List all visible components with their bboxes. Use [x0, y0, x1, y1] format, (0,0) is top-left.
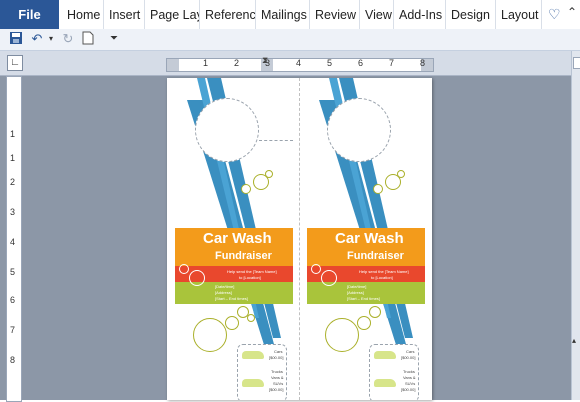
- bubble-graphic: [311, 264, 321, 274]
- coupon-text: Vans &: [403, 375, 416, 380]
- bubble-graphic: [373, 184, 383, 194]
- time-text: [Start – End times]: [347, 296, 380, 301]
- ruler-number: 7: [389, 58, 395, 68]
- address-text: [Address]: [347, 290, 364, 295]
- door-hole: [195, 98, 259, 162]
- scroll-up-icon[interactable]: ▴: [572, 336, 576, 345]
- coupon-text: Trucks: [403, 369, 415, 374]
- horizontal-ruler[interactable]: 1 2 3 4 5 6 7 8 ⧗: [0, 51, 580, 76]
- bubble-graphic: [189, 270, 205, 286]
- coupon-text: [$00.00]: [401, 387, 416, 392]
- redo-icon[interactable]: ↻: [60, 31, 76, 47]
- vertical-scrollbar[interactable]: ▴: [571, 51, 580, 400]
- ribbon-tab-bar: File Home Insert Page Lay Referenc Maili…: [0, 0, 580, 30]
- bubble-graphic: [357, 316, 371, 330]
- bubble-graphic: [369, 306, 381, 318]
- tab-insert[interactable]: Insert: [104, 0, 145, 29]
- indent-marker-icon[interactable]: ⧗: [262, 55, 268, 66]
- coupon-text: Vans &: [271, 375, 284, 380]
- tab-design[interactable]: Design: [446, 0, 496, 29]
- ruler-number: 1: [203, 58, 209, 68]
- bubble-graphic: [325, 318, 359, 352]
- coupon-text: [$00.00]: [401, 355, 416, 360]
- door-hole: [327, 98, 391, 162]
- truck-icon: [374, 379, 396, 387]
- ruler-number: 8: [10, 355, 16, 365]
- car-icon: [242, 351, 264, 359]
- tab-review[interactable]: Review: [310, 0, 360, 29]
- address-text: [Address]: [215, 290, 232, 295]
- flyer-title: Car Wash: [203, 230, 272, 247]
- ruler-number: 4: [10, 237, 16, 247]
- flyer-title: Car Wash: [335, 230, 404, 247]
- customize-toolbar-icon[interactable]: ⏷: [106, 31, 122, 47]
- door-hanger-right: Car Wash Fundraiser Help send the [Team …: [307, 78, 425, 400]
- undo-dropdown-icon[interactable]: ▾: [43, 31, 59, 47]
- document-page[interactable]: Car Wash Fundraiser Help send the [Team …: [167, 78, 432, 400]
- time-text: [Start – End times]: [215, 296, 248, 301]
- chevron-up-icon[interactable]: ⌃: [567, 5, 577, 19]
- heart-icon[interactable]: ♡: [548, 6, 561, 23]
- file-tab[interactable]: File: [0, 0, 59, 29]
- ruler-number: 4: [296, 58, 302, 68]
- tab-mailings[interactable]: Mailings: [256, 0, 310, 29]
- ruler-number: 2: [234, 58, 240, 68]
- info-text: Help send the [Team Name]: [227, 269, 277, 274]
- tab-view[interactable]: View: [360, 0, 394, 29]
- door-hanger-left: Car Wash Fundraiser Help send the [Team …: [175, 78, 293, 400]
- info-text: to [Location]: [371, 275, 393, 280]
- date-text: [Date/time]: [215, 284, 235, 289]
- coupon-text: SUVs: [273, 381, 284, 386]
- bubble-graphic: [321, 270, 337, 286]
- ruler-number: 7: [10, 325, 16, 335]
- coupon-text: Cars: [406, 349, 415, 354]
- tab-add-ins[interactable]: Add-Ins: [394, 0, 446, 29]
- flyer-subtitle: Fundraiser: [215, 250, 272, 262]
- car-icon: [374, 351, 396, 359]
- truck-icon: [242, 379, 264, 387]
- flyer-subtitle: Fundraiser: [347, 250, 404, 262]
- cut-line: [259, 140, 293, 141]
- ruler-number: 1: [10, 153, 16, 163]
- bubble-graphic: [193, 318, 227, 352]
- coupon-text: SUVs: [405, 381, 416, 386]
- tab-references[interactable]: Referenc: [200, 0, 256, 29]
- new-document-icon[interactable]: [80, 31, 96, 47]
- ruler-number: 6: [10, 295, 16, 305]
- tab-layout[interactable]: Layout: [496, 0, 542, 29]
- tab-home[interactable]: Home: [62, 0, 104, 29]
- save-icon[interactable]: [8, 31, 24, 47]
- ruler-number: 8: [420, 58, 426, 68]
- bubble-graphic: [241, 184, 251, 194]
- info-text: to [Location]: [239, 275, 261, 280]
- price-coupon: Cars [$00.00] Trucks Vans & SUVs [$00.00…: [237, 344, 287, 400]
- ruler-number: 1: [10, 129, 16, 139]
- bubble-graphic: [265, 170, 273, 178]
- ruler-number: 6: [358, 58, 364, 68]
- ruler-number: 5: [10, 267, 16, 277]
- bubble-graphic: [225, 316, 239, 330]
- price-coupon: Cars [$00.00] Trucks Vans & SUVs [$00.00…: [369, 344, 419, 400]
- bubble-graphic: [247, 314, 255, 322]
- ruler-number: 3: [10, 207, 16, 217]
- date-text: [Date/time]: [347, 284, 367, 289]
- vertical-ruler[interactable]: 1 1 2 3 4 5 6 7 8: [6, 76, 22, 402]
- quick-access-toolbar: ↶ ▾ ↻ ⏷: [0, 29, 580, 51]
- ruler-number: 5: [327, 58, 333, 68]
- coupon-text: Trucks: [271, 369, 283, 374]
- coupon-text: [$00.00]: [269, 387, 284, 392]
- info-text: Help send the [Team Name]: [359, 269, 409, 274]
- coupon-text: Cars: [274, 349, 283, 354]
- bubble-graphic: [179, 264, 189, 274]
- tab-page-layout[interactable]: Page Lay: [145, 0, 200, 29]
- page-center-guide: [299, 78, 300, 400]
- tab-stop-selector[interactable]: ∟: [7, 55, 23, 71]
- coupon-text: [$00.00]: [269, 355, 284, 360]
- bubble-graphic: [397, 170, 405, 178]
- ruler-number: 2: [10, 177, 16, 187]
